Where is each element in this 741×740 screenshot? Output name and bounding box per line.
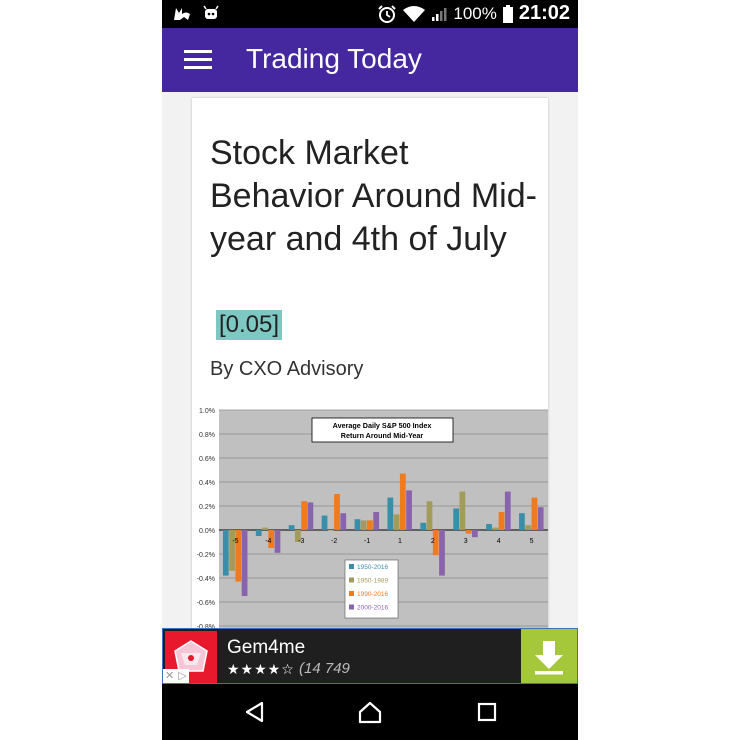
bar [498,512,505,530]
bar [420,522,427,530]
bar [472,530,478,538]
bar [229,530,235,571]
signal-icon [432,7,447,21]
legend-entry: 2000-2016 [357,605,388,612]
battery-percent: 100% [453,3,497,23]
notification-app-icon [174,8,190,20]
bar [307,502,314,530]
y-tick-label: 0.4% [199,480,215,487]
y-tick-label: -0.2% [197,552,215,559]
bar [274,530,281,553]
download-button[interactable] [521,629,577,683]
bar [241,530,248,596]
chart-title: Return Around Mid-Year [341,431,424,440]
bar [373,512,380,530]
ad-choices[interactable]: ✕ ▷ [163,669,189,683]
chart-title: Average Daily S&P 500 Index [333,421,432,430]
ad-review-count: (14 749 [299,660,350,677]
phone-screen: 100% 21:02 Trading Today Stock Market Be… [162,0,578,740]
article-card: Stock Market Behavior Around Mid-year an… [192,98,548,628]
bar [301,501,308,530]
bar [262,527,268,530]
x-tick-label: -2 [331,538,337,545]
legend-swatch [349,577,354,583]
article-chart: 1.0% 0.8% 0.6% 0.4% 0.2% 0.0% -0.2% -0.4% -0.6% -… [197,408,548,628]
x-tick-label: -4 [265,538,271,545]
bar [334,494,340,530]
y-tick-label: -0.4% [197,576,215,583]
close-icon[interactable]: ✕ [165,669,174,683]
bar [387,497,394,530]
legend-entry: 1990-2016 [357,591,388,598]
bar [340,513,347,530]
article-score: [0.05] [216,310,283,340]
android-icon [203,5,219,19]
y-tick-label: 0.6% [199,456,215,463]
x-tick-label: -1 [364,538,370,545]
legend-swatch [349,564,354,569]
legend-entry: 1950-1989 [357,578,388,585]
x-tick-label: 4 [497,538,501,545]
x-tick-label: 5 [530,538,534,545]
download-icon [535,641,563,675]
bar [354,519,361,530]
bar [492,527,499,530]
recents-icon[interactable] [474,700,500,724]
bar [439,530,445,576]
bar [504,491,511,530]
bar [399,473,406,530]
bar [531,497,538,530]
bar [393,514,400,530]
navigation-bar [162,684,578,740]
bar [453,508,459,530]
bar [222,530,229,576]
bar [459,491,466,530]
y-tick-label: 1.0% [199,408,215,415]
article-scroll-area[interactable]: Stock Market Behavior Around Mid-year an… [162,92,578,628]
bar [367,520,373,530]
y-tick-label: 0.8% [199,432,215,439]
ad-banner[interactable]: Gem4me ★★★★☆ (14 749 ✕ ▷ [162,628,578,684]
bar [255,530,262,536]
battery-icon [502,4,513,23]
y-tick-label: 0.2% [199,504,215,511]
back-icon[interactable] [242,700,268,724]
wifi-icon [403,5,426,22]
x-tick-label: 3 [464,538,468,545]
bar [486,524,492,530]
x-tick-label: -3 [298,538,304,545]
x-tick-label: 1 [398,538,402,545]
legend-swatch [349,591,354,596]
clock: 21:02 [518,2,570,24]
legend-entry: 1950-2016 [357,564,388,571]
bar [465,530,472,534]
home-icon[interactable] [357,700,383,724]
app-title: Trading Today [246,43,422,74]
alarm-icon [378,4,397,23]
bar [537,507,544,530]
article-byline: By CXO Advisory [210,358,364,380]
y-tick-label: 0.0% [199,528,215,535]
bar [327,530,334,531]
x-tick-label: -5 [232,538,238,545]
bar [519,513,525,530]
app-bar: Trading Today [162,28,578,92]
article-headline: Stock Market Behavior Around Mid-year an… [210,134,537,258]
ad-app-name: Gem4me [227,637,306,658]
adchoices-icon[interactable]: ▷ [178,669,186,683]
bar [406,490,412,530]
x-tick-label: 2 [431,538,435,545]
bar [288,525,295,530]
y-tick-label: -0.6% [197,600,215,607]
legend-swatch [349,604,354,610]
bar [525,525,532,530]
bar [360,520,367,530]
bar [321,515,328,530]
ad-rating-stars: ★★★★☆ [227,661,295,677]
menu-icon[interactable] [184,48,212,72]
status-bar: 100% 21:02 [162,0,578,28]
bar [426,501,433,530]
